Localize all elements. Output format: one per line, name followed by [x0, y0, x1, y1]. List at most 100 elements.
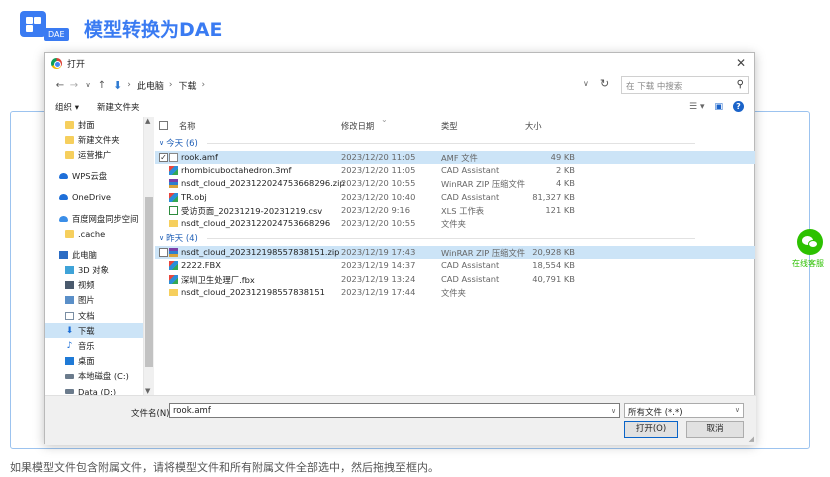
file-name: TR.obj: [181, 191, 207, 202]
file-type: CAD Assistant: [441, 191, 500, 202]
file-name: nsdt_cloud_2023122024753668296.zip: [181, 178, 345, 189]
dialog-toolbar: 组织 ▾ 新建文件夹 ☰ ▾ ▣ ?: [45, 97, 754, 117]
search-input[interactable]: 在 下载 中搜索 ⚲: [621, 76, 749, 94]
file-row[interactable]: 深圳卫生处理厂.fbx 2023/12/19 13:24 CAD Assistant…: [155, 273, 755, 286]
download-icon: ⬇: [65, 325, 74, 336]
nav-item-drive-c[interactable]: 本地磁盘 (C:): [45, 369, 143, 384]
breadcrumb-separator-icon[interactable]: ›: [201, 80, 205, 90]
forward-arrow-icon[interactable]: →: [67, 80, 81, 91]
file-type: CAD Assistant: [441, 260, 500, 271]
open-button[interactable]: 打开(O): [624, 421, 678, 438]
file-row[interactable]: 2222.FBX 2023/12/19 14:37 CAD Assistant 18,…: [155, 259, 755, 272]
file-name: nsdt_cloud_202312198557838151.zip: [181, 247, 340, 258]
select-all-checkbox[interactable]: [159, 121, 168, 130]
xls-file-icon: [169, 205, 178, 215]
scroll-down-icon[interactable]: ▼: [145, 387, 150, 395]
group-collapse-icon[interactable]: ∨: [159, 139, 164, 147]
breadcrumb-separator-icon[interactable]: ›: [169, 80, 173, 90]
file-row[interactable]: TR.obj 2023/12/20 10:40 CAD Assistant 81,32…: [155, 191, 755, 204]
file-row[interactable]: nsdt_cloud_2023122024753668296.zip 2023/1…: [155, 177, 755, 190]
folder-file-icon: [169, 219, 178, 227]
view-options-icon[interactable]: ☰ ▾: [689, 102, 704, 112]
breadcrumb-separator-icon[interactable]: ›: [127, 80, 131, 90]
nav-item-marketing[interactable]: 运营推广: [45, 147, 143, 162]
new-folder-button[interactable]: 新建文件夹: [97, 101, 140, 113]
sort-caret-icon: ⌄: [381, 115, 388, 124]
nav-item-videos[interactable]: 视频: [45, 278, 143, 293]
filename-label: 文件名(N):: [131, 409, 173, 419]
up-arrow-icon[interactable]: ↑: [95, 80, 109, 91]
nav-item-new-folder[interactable]: 新建文件夹: [45, 132, 143, 147]
column-size[interactable]: 大小: [525, 120, 542, 132]
file-name: 深圳卫生处理厂.fbx: [181, 274, 255, 285]
file-type: WinRAR ZIP 压缩文件: [441, 179, 526, 190]
folder-file-icon: [169, 288, 178, 296]
group-header[interactable]: ∨ 昨天 (4): [155, 230, 755, 246]
column-date[interactable]: 修改日期: [341, 120, 374, 132]
group-header[interactable]: ∨ 今天 (6): [155, 135, 755, 151]
help-icon[interactable]: ?: [733, 101, 744, 112]
file-size: 121 KB: [545, 204, 575, 215]
nav-item-wps-cloud[interactable]: WPS云盘: [45, 169, 143, 184]
back-arrow-icon[interactable]: ←: [53, 80, 67, 91]
breadcrumb-downloads[interactable]: 下载: [178, 79, 196, 92]
file-date: 2023/12/20 9:16: [341, 204, 411, 215]
breadcrumb-this-pc[interactable]: 此电脑: [137, 79, 164, 92]
footer-note: 如果模型文件包含附属文件，请将模型文件和所有附属文件全部选中，然后拖拽至框内。: [10, 461, 439, 474]
refresh-icon[interactable]: ↻: [600, 77, 609, 90]
file-type: XLS 工作表: [441, 205, 485, 216]
cad-file-icon: [169, 274, 178, 284]
filetype-select[interactable]: 所有文件 (*.*) ∨: [624, 403, 744, 418]
nav-item-music[interactable]: ♪ 音乐: [45, 338, 143, 353]
row-checkbox[interactable]: [159, 248, 168, 258]
nav-item-cache[interactable]: .cache: [45, 226, 143, 241]
nav-item-this-pc[interactable]: 此电脑: [45, 247, 143, 262]
search-placeholder: 在 下载 中搜索: [626, 82, 683, 92]
preview-pane-icon[interactable]: ▣: [714, 102, 723, 112]
nav-item-cover[interactable]: 封面: [45, 117, 143, 132]
close-icon[interactable]: ✕: [736, 57, 746, 69]
column-headers: 名称 ⌄ 修改日期 类型 大小: [155, 115, 755, 135]
3d-objects-icon: [65, 266, 74, 275]
filename-dropdown-icon[interactable]: ∨: [611, 407, 616, 415]
file-row[interactable]: rhombicuboctahedron.3mf 2023/12/20 11:05 C…: [155, 164, 755, 177]
nav-item-pictures[interactable]: 图片: [45, 293, 143, 308]
file-size: 20,928 KB: [532, 247, 575, 258]
file-row[interactable]: nsdt_cloud_202312198557838151 2023/12/19 …: [155, 286, 755, 299]
file-row[interactable]: 受访页面_20231219-20231219.csv 2023/12/20 9:1…: [155, 204, 755, 217]
file-date: 2023/12/20 10:55: [341, 178, 416, 189]
nav-scrollbar[interactable]: ▲ ▼: [144, 117, 154, 395]
group-collapse-icon[interactable]: ∨: [159, 234, 164, 242]
nav-scroll-thumb[interactable]: [145, 197, 153, 367]
doc-file-icon: [169, 153, 178, 162]
online-service-button[interactable]: 在线客服: [792, 229, 827, 269]
nav-item-onedrive[interactable]: OneDrive: [45, 190, 143, 205]
column-type[interactable]: 类型: [441, 120, 458, 132]
dialog-title: 打开: [67, 59, 86, 70]
navigation-pane: 封面 新建文件夹 运营推广 WPS云盘 OneDrive 百度网盘同步空间 .c…: [45, 117, 144, 395]
nav-item-downloads[interactable]: ⬇ 下载: [45, 323, 143, 339]
row-checkbox[interactable]: ✓: [159, 153, 168, 162]
organize-button[interactable]: 组织 ▾: [55, 101, 79, 113]
zip-file-icon: [169, 179, 178, 189]
cancel-button[interactable]: 取消: [686, 421, 744, 438]
recent-locations-chevron-icon[interactable]: ∨: [81, 81, 95, 89]
file-row[interactable]: nsdt_cloud_2023122024753668296 2023/12/20…: [155, 217, 755, 230]
nav-item-desktop[interactable]: 桌面: [45, 354, 143, 369]
filename-input[interactable]: rook.amf: [169, 403, 620, 418]
file-row[interactable]: nsdt_cloud_202312198557838151.zip 2023/12…: [155, 246, 755, 260]
folder-icon: [65, 135, 74, 144]
search-icon: ⚲: [736, 79, 744, 90]
resize-grip-icon[interactable]: ◢: [749, 435, 754, 443]
nav-item-drive-d[interactable]: Data (D:): [45, 384, 143, 395]
cloud-drive-icon: [59, 215, 68, 222]
nav-item-baidu-sync[interactable]: 百度网盘同步空间: [45, 211, 143, 226]
cad-file-icon: [169, 166, 178, 176]
column-name[interactable]: 名称: [179, 120, 196, 132]
scroll-up-icon[interactable]: ▲: [145, 117, 150, 125]
address-dropdown-icon[interactable]: ∨: [583, 79, 589, 88]
downloads-location-icon: ⬇: [113, 78, 123, 92]
nav-item-documents[interactable]: 文档: [45, 308, 143, 323]
nav-item-3d-objects[interactable]: 3D 对象: [45, 263, 143, 278]
file-row[interactable]: ✓ rook.amf 2023/12/20 11:05 AMF 文件 49 KB: [155, 151, 755, 165]
